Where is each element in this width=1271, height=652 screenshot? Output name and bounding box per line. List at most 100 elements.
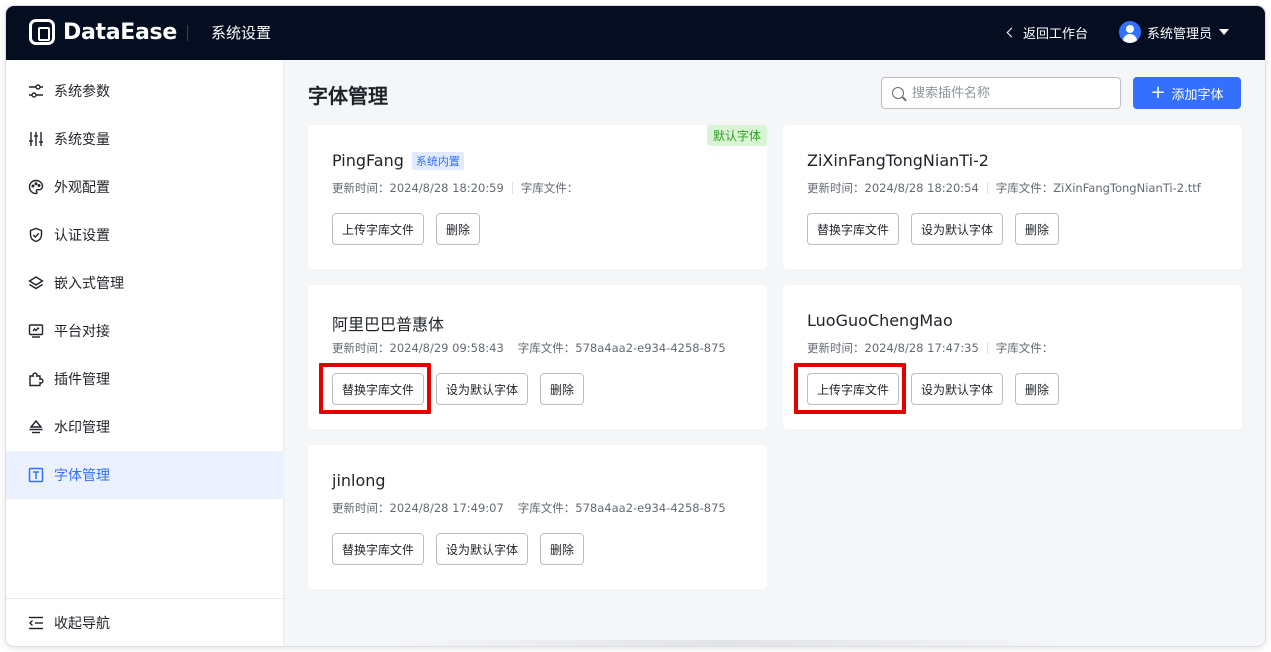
user-avatar-icon: [1119, 21, 1141, 43]
layers-icon: [28, 275, 44, 291]
font-card-jinlong: jinlong 更新时间： 2024/8/28 17:49:07 字库文件： 5…: [308, 445, 767, 589]
shield-icon: [28, 227, 44, 243]
variable-icon: [28, 131, 44, 147]
logo-text: DataEase: [63, 19, 177, 45]
delete-button[interactable]: 删除: [540, 373, 585, 405]
update-time-value: 2024/8/28 17:47:35: [864, 341, 979, 355]
sidebar-item-embedded[interactable]: 嵌入式管理: [6, 259, 284, 307]
highlight-box-replace: [319, 363, 431, 414]
meta-divider: [986, 182, 988, 194]
meta-divider: [511, 182, 513, 194]
card-actions: 替换字库文件 设为默认字体 删除: [807, 213, 1060, 245]
font-file-label: 字库文件：: [517, 501, 576, 515]
logo[interactable]: DataEase: [29, 19, 177, 45]
header-divider: [187, 25, 188, 41]
font-file-label: 字库文件：: [520, 181, 579, 195]
font-file-value: 578a4aa2-e934-4258-875: [575, 501, 726, 515]
delete-button[interactable]: 删除: [1015, 213, 1060, 245]
replace-font-file-button[interactable]: 替换字库文件: [807, 213, 900, 245]
default-font-badge: 默认字体: [706, 125, 767, 146]
sidebar-item-appearance[interactable]: 外观配置: [6, 163, 284, 211]
font-name-text: LuoGuoChengMao: [807, 311, 953, 330]
sidebar-item-label: 水印管理: [54, 420, 110, 436]
user-name: 系统管理员: [1147, 26, 1213, 42]
sidebar-item-label: 字体管理: [54, 468, 110, 484]
monitor-icon: [28, 323, 44, 339]
set-default-font-button[interactable]: 设为默认字体: [436, 533, 529, 565]
sidebar-item-label: 系统变量: [54, 132, 110, 148]
font-file-label: 字库文件：: [517, 341, 576, 355]
add-font-label: 添加字体: [1171, 87, 1224, 103]
font-file-value: 578a4aa2-e934-4258-875: [575, 341, 726, 355]
font-file-value: ZiXinFangTongNianTi-2.ttf: [1053, 181, 1201, 195]
font-name-text: 阿里巴巴普惠体: [332, 315, 445, 334]
plugin-icon: [28, 371, 44, 387]
sidebar-item-system-variables[interactable]: 系统变量: [6, 115, 284, 163]
collapse-nav-label: 收起导航: [54, 615, 110, 632]
update-time-value: 2024/8/28 18:20:59: [389, 181, 504, 195]
page-title: 字体管理: [308, 84, 388, 108]
back-link-label: 返回工作台: [1023, 27, 1089, 42]
font-meta: 更新时间： 2024/8/28 17:49:07 字库文件： 578a4aa2-…: [332, 500, 746, 516]
sidebar-item-watermark[interactable]: 水印管理: [6, 403, 284, 451]
font-name-text: jinlong: [332, 471, 386, 490]
font-meta: 更新时间： 2024/8/28 18:20:59 字库文件：: [332, 180, 746, 196]
sidebar-item-auth[interactable]: 认证设置: [6, 211, 284, 259]
update-time-label: 更新时间：: [332, 181, 390, 195]
set-default-font-button[interactable]: 设为默认字体: [911, 373, 1004, 405]
font-name: PingFang 系统内置: [332, 151, 464, 170]
highlight-box-upload: [794, 363, 906, 414]
scroll-shadow: [386, 640, 1066, 646]
collapse-menu-icon: [28, 615, 44, 631]
plus-icon: +: [1150, 82, 1166, 103]
delete-button[interactable]: 删除: [436, 213, 481, 245]
font-name: ZiXinFangTongNianTi-2: [807, 151, 989, 170]
sidebar-item-plugins[interactable]: 插件管理: [6, 355, 284, 403]
caret-down-icon: [1219, 29, 1230, 35]
sidebar-item-platform[interactable]: 平台对接: [6, 307, 284, 355]
update-time-label: 更新时间：: [332, 341, 390, 355]
font-name: 阿里巴巴普惠体: [332, 311, 444, 335]
sidebar: 系统参数 系统变量 外观配置 认证设置 嵌入式管理 平台对接 插件管理 水印管理…: [6, 60, 284, 646]
top-header: DataEase 系统设置 返回工作台 系统管理员: [6, 6, 1265, 60]
card-actions: 上传字库文件 删除: [332, 213, 481, 245]
upload-font-file-button[interactable]: 上传字库文件: [332, 213, 425, 245]
dataease-logo-icon: [29, 19, 55, 45]
update-time-value: 2024/8/29 09:58:43: [389, 341, 504, 355]
set-default-font-button[interactable]: 设为默认字体: [911, 213, 1004, 245]
meta-divider: [986, 342, 988, 354]
sidebar-item-label: 嵌入式管理: [54, 276, 124, 292]
font-meta: 更新时间： 2024/8/28 18:20:54 字库文件： ZiXinFang…: [807, 180, 1221, 196]
delete-button[interactable]: 删除: [540, 533, 585, 565]
search-input[interactable]: [912, 85, 1102, 101]
update-time-label: 更新时间：: [807, 341, 865, 355]
header-title: 系统设置: [211, 24, 272, 42]
sliders-icon: [28, 83, 44, 99]
update-time-value: 2024/8/28 18:20:54: [864, 181, 979, 195]
app-window: DataEase 系统设置 返回工作台 系统管理员 系统参数 系统变量 外观配置…: [6, 6, 1265, 646]
font-name-text: PingFang: [332, 151, 404, 170]
back-to-workbench-link[interactable]: 返回工作台: [1006, 23, 1089, 42]
sidebar-item-fonts[interactable]: 字体管理: [6, 451, 284, 499]
update-time-label: 更新时间：: [332, 501, 390, 515]
sidebar-item-label: 系统参数: [54, 84, 110, 100]
user-menu[interactable]: 系统管理员: [1119, 21, 1230, 43]
font-file-label: 字库文件：: [995, 181, 1054, 195]
sidebar-item-label: 平台对接: [54, 324, 110, 340]
font-card-zixin: ZiXinFangTongNianTi-2 更新时间： 2024/8/28 18…: [783, 125, 1242, 269]
font-icon: [28, 467, 44, 483]
font-name: LuoGuoChengMao: [807, 311, 953, 330]
sidebar-item-system-params[interactable]: 系统参数: [6, 67, 284, 115]
font-meta: 更新时间： 2024/8/28 17:47:35 字库文件：: [807, 340, 1221, 356]
sidebar-item-label: 认证设置: [54, 228, 110, 244]
search-box[interactable]: [881, 77, 1121, 109]
builtin-badge: 系统内置: [411, 151, 464, 170]
collapse-nav-button[interactable]: 收起导航: [6, 598, 284, 646]
add-font-button[interactable]: + 添加字体: [1133, 77, 1241, 109]
sidebar-item-label: 插件管理: [54, 372, 110, 388]
delete-button[interactable]: 删除: [1015, 373, 1060, 405]
replace-font-file-button[interactable]: 替换字库文件: [332, 533, 425, 565]
font-name: jinlong: [332, 471, 386, 490]
search-icon: [892, 87, 904, 99]
set-default-font-button[interactable]: 设为默认字体: [436, 373, 529, 405]
